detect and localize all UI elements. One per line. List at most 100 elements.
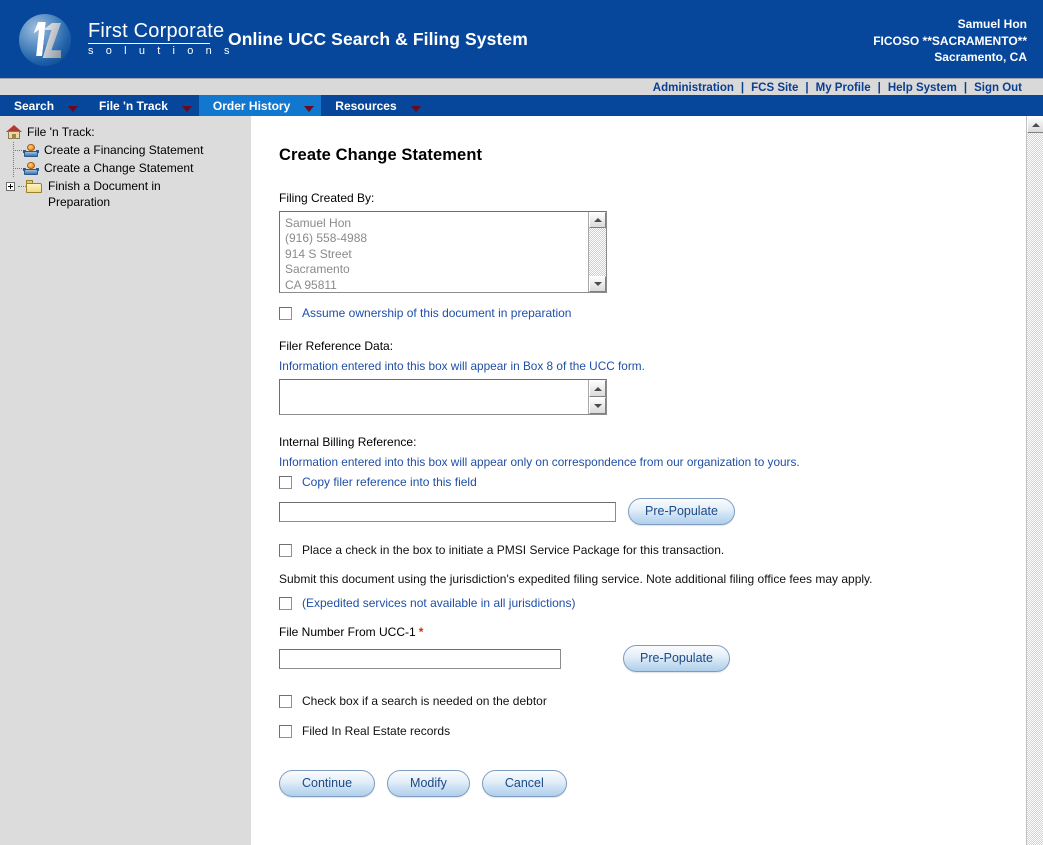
- internal-billing-input-row: Pre-Populate: [279, 498, 1043, 525]
- chevron-down-icon[interactable]: [181, 105, 192, 112]
- tab-resources[interactable]: Resources: [321, 95, 427, 116]
- chevron-down-icon[interactable]: [68, 105, 79, 112]
- user-location: Sacramento, CA: [934, 50, 1027, 64]
- tree-root-file-n-track[interactable]: File 'n Track:: [6, 124, 250, 141]
- tab-label: Search: [14, 98, 55, 113]
- pmsi-checkbox[interactable]: [279, 544, 292, 557]
- tab-label: File 'n Track: [99, 98, 168, 113]
- filer-reference-label: Filer Reference Data:: [279, 339, 394, 353]
- fcs-sphere-logo-icon: [19, 14, 71, 66]
- real-estate-label: Filed In Real Estate records: [302, 724, 451, 738]
- expedited-checkbox[interactable]: [279, 597, 292, 610]
- scroll-up-icon[interactable]: [589, 212, 606, 228]
- logo-sphere: [19, 14, 71, 66]
- scrollbar-track[interactable]: [589, 228, 606, 276]
- plus-box-expander-icon[interactable]: [6, 182, 15, 191]
- house-icon: [6, 125, 22, 140]
- node-icon: [23, 161, 39, 176]
- required-marker: *: [418, 625, 424, 639]
- search-debtor-label: Check box if a search is needed on the d…: [302, 694, 547, 708]
- utility-nav: Administration | FCS Site | My Profile | Help …: [0, 78, 1043, 95]
- search-debtor-checkbox[interactable]: [279, 695, 292, 708]
- brand-wordmark: First Corporate s o l u t i o n s: [88, 20, 234, 58]
- prepopulate-file-number-button[interactable]: Pre-Populate: [623, 645, 730, 672]
- sidebar-item-create-change-statement[interactable]: Create a Change Statement: [6, 160, 250, 177]
- tab-label: Resources: [335, 98, 397, 113]
- navigation-tree: File 'n Track: Create a Financing Statem…: [6, 124, 250, 210]
- filer-reference-hint: Information entered into this box will a…: [279, 359, 645, 373]
- copy-filer-reference-checkbox[interactable]: [279, 476, 292, 489]
- sidebar-item-create-financing-statement[interactable]: Create a Financing Statement: [6, 142, 250, 159]
- tab-file-n-track[interactable]: File 'n Track: [85, 95, 199, 116]
- page-body: File 'n Track: Create a Financing Statem…: [0, 116, 1043, 845]
- continue-button[interactable]: Continue: [279, 770, 376, 797]
- real-estate-checkbox[interactable]: [279, 725, 292, 738]
- brand-line-1: First Corporate: [88, 20, 225, 42]
- filer-reference-field[interactable]: [279, 379, 607, 415]
- pmsi-label: Place a check in the box to initiate a P…: [302, 543, 725, 557]
- assume-ownership-label[interactable]: Assume ownership of this document in pre…: [292, 306, 571, 321]
- scroll-down-icon[interactable]: [589, 397, 606, 414]
- folder-icon: [26, 180, 43, 194]
- filing-created-by-label: Filing Created By:: [279, 191, 375, 205]
- file-number-input-row: Pre-Populate: [279, 645, 1043, 672]
- internal-billing-hint: Information entered into this box will a…: [279, 455, 800, 469]
- modify-button[interactable]: Modify: [387, 770, 470, 797]
- expedited-row: (Expedited services not available in all…: [279, 596, 1043, 611]
- utility-link-fcs-site[interactable]: FCS Site: [746, 82, 803, 94]
- form-actions: Continue Modify Cancel: [279, 770, 1043, 797]
- search-debtor-row: Check box if a search is needed on the d…: [279, 694, 1043, 709]
- page-scrollbar[interactable]: [1026, 116, 1043, 845]
- scrollbar-vertical[interactable]: [588, 212, 606, 292]
- tab-search[interactable]: Search: [0, 95, 85, 116]
- utility-separator: |: [805, 82, 809, 94]
- page-scroll-up-icon[interactable]: [1027, 116, 1043, 133]
- tab-order-history[interactable]: Order History: [198, 95, 322, 116]
- scroll-down-icon[interactable]: [589, 276, 606, 292]
- utility-link-my-profile[interactable]: My Profile: [811, 82, 876, 94]
- content-area: Create Change Statement Filing Created B…: [251, 116, 1043, 845]
- filer-reference-value: [280, 380, 588, 414]
- assume-ownership-row: Assume ownership of this document in pre…: [279, 306, 1043, 321]
- expedited-paragraph: Submit this document using the jurisdict…: [279, 572, 873, 586]
- user-name: Samuel Hon: [957, 17, 1027, 31]
- file-number-input[interactable]: [279, 648, 561, 669]
- copy-filer-reference-row: Copy filer reference into this field: [279, 475, 1043, 490]
- cancel-button[interactable]: Cancel: [481, 770, 567, 797]
- sidebar-item-finish-document-in-preparation[interactable]: Finish a Document in Preparation: [6, 178, 250, 210]
- tab-label: Order History: [212, 98, 291, 113]
- pmsi-row: Place a check in the box to initiate a P…: [279, 543, 1043, 558]
- chevron-down-icon[interactable]: [304, 105, 315, 112]
- internal-billing-input[interactable]: [279, 501, 616, 522]
- copy-filer-reference-label[interactable]: Copy filer reference into this field: [292, 475, 477, 490]
- expedited-label[interactable]: (Expedited services not available in all…: [292, 596, 575, 611]
- utility-link-help-system[interactable]: Help System: [883, 82, 962, 94]
- chevron-down-icon[interactable]: [410, 105, 421, 112]
- scrollbar-vertical[interactable]: [588, 380, 606, 414]
- filing-created-by-value: Samuel Hon (916) 558-4988 914 S Street S…: [285, 216, 368, 292]
- tab-bar-filler: [428, 95, 1043, 116]
- internal-billing-label: Internal Billing Reference:: [279, 435, 417, 449]
- real-estate-row: Filed In Real Estate records: [279, 724, 1043, 739]
- page-title: Create Change Statement: [279, 146, 483, 164]
- sidebar-item-label: Finish a Document in Preparation: [48, 179, 161, 209]
- brand-line-2: s o l u t i o n s: [88, 45, 235, 57]
- filing-created-by-field[interactable]: Samuel Hon (916) 558-4988 914 S Street S…: [279, 211, 607, 293]
- app-banner: First Corporate s o l u t i o n s Online…: [0, 0, 1043, 78]
- file-number-label: File Number From UCC-1 *: [279, 625, 1043, 639]
- tree-root-label: File 'n Track:: [27, 125, 95, 139]
- sidebar-item-label: Create a Financing Statement: [44, 143, 204, 157]
- prepopulate-billing-button[interactable]: Pre-Populate: [628, 498, 735, 525]
- utility-link-sign-out[interactable]: Sign Out: [969, 82, 1027, 94]
- tree-connector: [18, 186, 26, 188]
- utility-link-administration[interactable]: Administration: [648, 82, 739, 94]
- brand-divider: [88, 43, 210, 44]
- user-account: FICOSO **SACRAMENTO**: [873, 33, 1027, 48]
- assume-ownership-checkbox[interactable]: [279, 307, 292, 320]
- app-title: Online UCC Search & Filing System: [228, 29, 528, 49]
- scroll-up-icon[interactable]: [589, 380, 606, 397]
- utility-separator: |: [963, 82, 968, 94]
- node-icon: [23, 143, 39, 158]
- sidebar-item-label: Create a Change Statement: [44, 161, 194, 175]
- utility-separator: |: [877, 82, 881, 94]
